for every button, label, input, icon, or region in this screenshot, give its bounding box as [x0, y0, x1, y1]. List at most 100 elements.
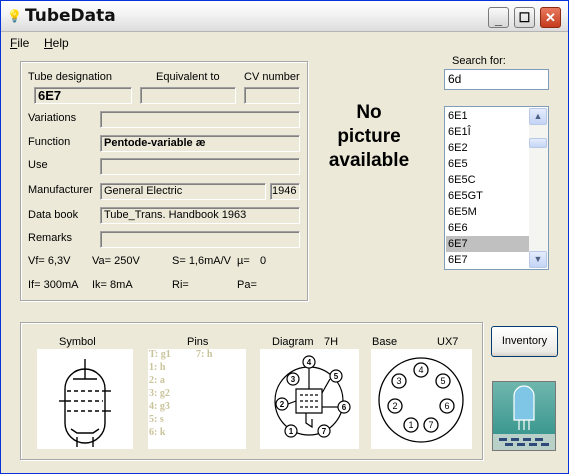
no-picture-line1: No: [356, 102, 382, 123]
chevron-down-icon: ▼: [533, 254, 543, 264]
symbol-label: Symbol: [59, 336, 96, 348]
svg-text:2: 2: [392, 401, 397, 411]
scroll-down-button[interactable]: ▼: [529, 251, 547, 268]
remarks-label: Remarks: [28, 232, 73, 244]
scroll-thumb[interactable]: [529, 138, 547, 148]
no-picture-line3: available: [328, 150, 410, 171]
svg-text:3: 3: [291, 375, 296, 384]
pin-entry: 3: g2: [149, 388, 170, 399]
svg-text:3: 3: [396, 376, 401, 386]
use-label: Use: [28, 159, 48, 171]
close-button[interactable]: ✕: [540, 7, 561, 28]
spec-ik: Ik= 8mA: [92, 279, 133, 291]
function-field[interactable]: Pentode-variable æ: [100, 135, 300, 152]
pin-entry: 1: h: [149, 362, 166, 373]
tube-list-item[interactable]: 6E5C: [446, 172, 529, 188]
tube-list-item[interactable]: 6E2: [446, 140, 529, 156]
tube-list-item[interactable]: 6E7: [446, 236, 529, 252]
base-label: Base: [372, 336, 398, 348]
menu-help-label: elp: [52, 36, 69, 50]
scroll-up-button[interactable]: ▲: [529, 108, 547, 125]
tube-list-item[interactable]: 6E1: [446, 108, 529, 124]
list-scrollbar[interactable]: ▲ ▼: [529, 108, 548, 268]
maximize-button[interactable]: ☐: [514, 7, 535, 28]
diagram-code: 7H: [324, 336, 339, 348]
svg-text:6: 6: [342, 403, 347, 412]
no-picture-text: No picture available: [319, 101, 419, 173]
menu-help-accel: H: [44, 36, 53, 50]
base-image: 3 4 5 6 2 1 7: [371, 349, 472, 449]
pentode-symbol-icon: [59, 359, 111, 447]
search-input[interactable]: 6d: [444, 69, 549, 90]
menu-help[interactable]: Help: [44, 36, 69, 50]
pin-entry: T: g1: [149, 349, 171, 360]
search-label: Search for:: [452, 55, 506, 67]
equivalent-to-field[interactable]: [140, 87, 236, 104]
spec-mu: µ=: [237, 255, 250, 267]
spec-va: Va= 250V: [92, 255, 140, 267]
data-book-label: Data book: [28, 209, 79, 221]
tube-list[interactable]: 6E1 6E1Î 6E2 6E5 6E5C 6E5GT 6E5M 6E6 6E7 6E7 ▲ ▼: [444, 106, 549, 270]
svg-text:7: 7: [322, 427, 327, 436]
spec-s: S= 1,6mA/V: [172, 255, 232, 267]
svg-text:2: 2: [280, 400, 285, 409]
menu-file-label: ile: [17, 36, 30, 50]
tube-list-item[interactable]: 6E5M: [446, 204, 529, 220]
tube-designation-field[interactable]: 6E7: [34, 87, 132, 104]
pin-entry: 5: s: [149, 414, 164, 425]
base-code: UX7: [437, 336, 459, 348]
no-picture-line2: picture: [337, 126, 401, 147]
maximize-icon: ☐: [518, 10, 531, 25]
tube-list-item[interactable]: 6E5: [446, 156, 529, 172]
main-window: 💡 TubeData _ ☐ ✕ File Help Tube designat…: [0, 0, 569, 474]
chevron-up-icon: ▲: [533, 111, 543, 121]
use-field[interactable]: [100, 158, 300, 175]
tube-designation-label: Tube designation: [28, 71, 112, 83]
tube-list-item[interactable]: 6E1Î: [446, 124, 529, 140]
pins-label: Pins: [187, 336, 209, 348]
tube-logo-image: [492, 381, 556, 451]
pin-entry: 6: k: [149, 427, 166, 438]
svg-text:5: 5: [334, 372, 339, 381]
equivalent-to-label: Equivalent to: [156, 71, 220, 83]
spec-if: If= 300mA: [28, 279, 79, 291]
inventory-button[interactable]: Inventory: [491, 326, 558, 357]
pin-diagram-icon: 2 3 4 5 6 1 7: [274, 355, 351, 438]
close-icon: ✕: [545, 10, 556, 25]
remarks-field[interactable]: [100, 231, 300, 248]
svg-text:1: 1: [289, 427, 294, 436]
tube-symbol-image: [37, 349, 133, 449]
svg-text:4: 4: [418, 365, 423, 375]
pin-diagram-image: 2 3 4 5 6 1 7: [260, 349, 359, 449]
title-bar[interactable]: 💡 TubeData _ ☐ ✕: [1, 1, 568, 32]
svg-text:7: 7: [428, 420, 433, 430]
data-book-field[interactable]: Tube_Trans. Handbook 1963: [100, 207, 300, 224]
minimize-button[interactable]: _: [488, 7, 509, 28]
manufacturer-field[interactable]: General Electric: [100, 183, 266, 200]
minimize-icon: _: [494, 12, 503, 27]
svg-text:4: 4: [307, 358, 312, 367]
pin-entry: 2: a: [149, 375, 165, 386]
bulb-icon: 💡: [7, 9, 22, 23]
tube-list-item[interactable]: 6E5GT: [446, 188, 529, 204]
variations-label: Variations: [28, 112, 77, 124]
window-title: TubeData: [25, 6, 116, 26]
tube-list-item[interactable]: 6E6: [446, 220, 529, 236]
cv-number-label: CV number: [244, 71, 300, 83]
spec-mu-value: 0: [260, 255, 267, 267]
diagram-label: Diagram: [272, 336, 314, 348]
pins-list: T: g1 7: h 1: h 2: a 3: g2 4: g3 5: s 6: k: [148, 349, 246, 449]
variations-field[interactable]: [100, 111, 300, 128]
spec-pa: Pa=: [237, 279, 257, 291]
pin-entry: 7: h: [196, 349, 213, 360]
tube-list-item[interactable]: 6E7: [446, 252, 529, 268]
cv-number-field[interactable]: [244, 87, 300, 104]
svg-text:5: 5: [440, 376, 445, 386]
tube-logo-icon: [493, 385, 555, 450]
year-field[interactable]: 1946: [270, 183, 300, 200]
manufacturer-label: Manufacturer: [28, 184, 93, 196]
spec-vf: Vf= 6,3V: [28, 255, 71, 267]
function-label: Function: [28, 136, 71, 148]
base-socket-icon: 3 4 5 6 2 1 7: [378, 357, 464, 443]
menu-file[interactable]: File: [10, 36, 29, 50]
